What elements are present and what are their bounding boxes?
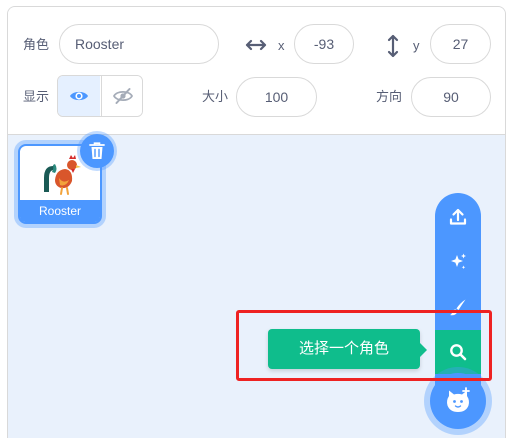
x-position-icon — [245, 39, 267, 51]
size-input[interactable]: 100 — [236, 77, 317, 117]
choose-sprite-button[interactable] — [430, 373, 486, 429]
x-input[interactable]: -93 — [294, 24, 354, 64]
sprite-pane: 角色 Rooster x -93 y 27 显示 大小 100 方向 90 Ro… — [7, 6, 506, 438]
direction-input[interactable]: 90 — [411, 77, 491, 117]
sprite-name-field[interactable]: Rooster — [59, 24, 219, 64]
show-label: 显示 — [23, 89, 50, 104]
direction-label: 方向 — [376, 89, 403, 104]
eye-slash-icon — [113, 88, 133, 104]
surprise-icon — [451, 253, 466, 270]
sprite-info-panel: 角色 Rooster x -93 y 27 显示 大小 100 方向 90 — [8, 7, 505, 135]
y-label: y — [413, 38, 420, 53]
annotation-highlight-box — [236, 310, 492, 381]
y-position-icon — [387, 34, 399, 58]
y-input[interactable]: 27 — [430, 24, 491, 64]
upload-icon — [449, 208, 467, 225]
visibility-toggle — [57, 75, 143, 117]
upload-sprite-button[interactable] — [435, 195, 481, 239]
trash-icon — [89, 142, 105, 159]
eye-icon — [70, 91, 88, 101]
hide-sprite-button[interactable] — [101, 76, 142, 116]
delete-sprite-button[interactable] — [80, 134, 114, 168]
size-label: 大小 — [202, 89, 229, 104]
cat-icon — [447, 387, 470, 412]
x-label: x — [278, 38, 285, 53]
sprite-tile-name: Rooster — [20, 200, 100, 222]
show-sprite-button[interactable] — [58, 76, 100, 116]
surprise-sprite-button[interactable] — [435, 240, 481, 284]
sprite-name-label: 角色 — [23, 37, 50, 52]
